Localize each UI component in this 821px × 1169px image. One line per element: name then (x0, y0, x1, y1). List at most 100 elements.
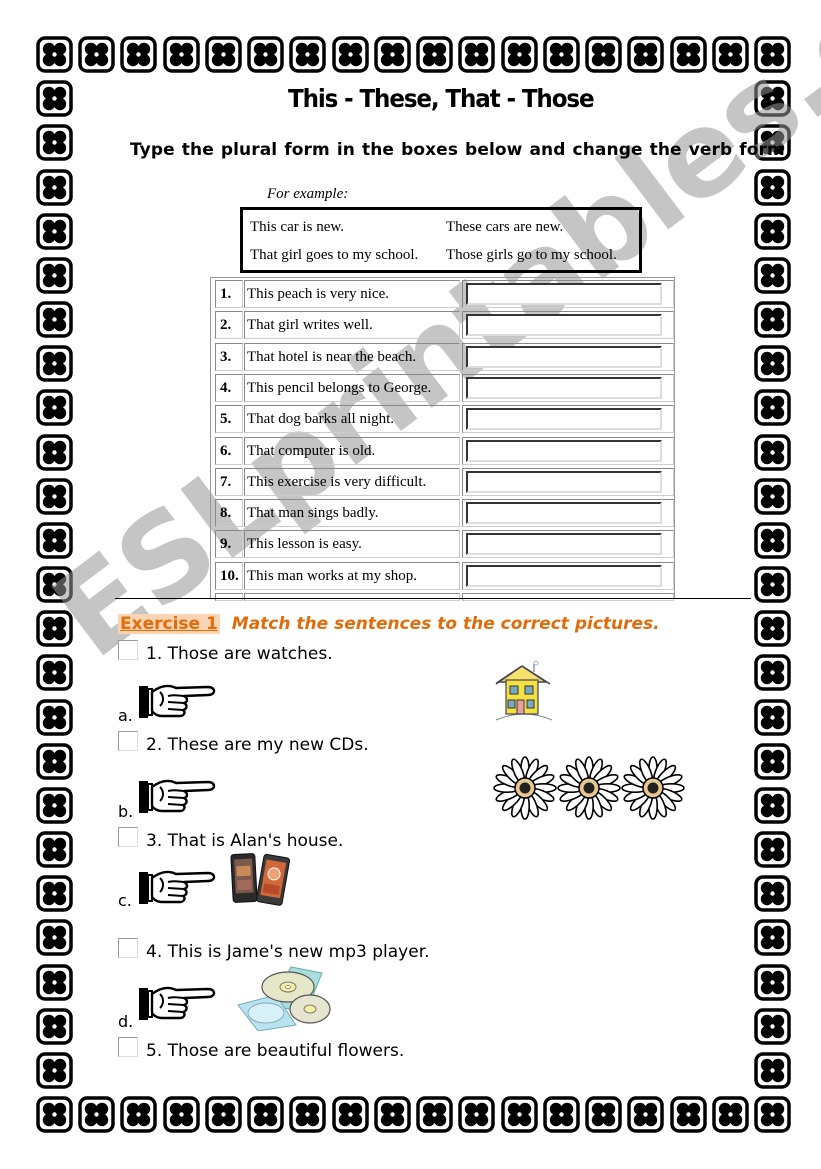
match-item-1: 1. Those are watches. (118, 640, 333, 664)
flower-tile-icon (36, 124, 73, 162)
plural-answer-input[interactable] (466, 564, 662, 587)
flower-tile-icon (754, 80, 791, 117)
match-item-5: 5. Those are beautiful flowers. (118, 1037, 404, 1061)
row-number: 10. (215, 561, 243, 590)
row-number: 6. (215, 436, 243, 465)
match-checkbox-1[interactable] (118, 640, 138, 660)
flower-tile-icon (36, 919, 73, 957)
flower-tile-icon (36, 433, 73, 471)
row-number (215, 593, 243, 601)
flower-tile-icon (754, 36, 791, 73)
row-sentence: That man sings badly. (244, 499, 460, 528)
match-sentence-3: 3. That is Alan's house. (146, 831, 344, 851)
match-checkbox-5[interactable] (118, 1037, 138, 1057)
match-item-2: 2. These are my new CDs. (118, 731, 369, 755)
flower-tile-icon (331, 36, 369, 73)
row-number: 9. (215, 530, 243, 559)
flower-tile-icon (754, 698, 791, 736)
row-number: 2. (215, 311, 243, 340)
match-item-3: 3. That is Alan's house. (118, 827, 343, 851)
flower-tile-icon (754, 389, 791, 427)
flower-tile-icon (712, 1096, 749, 1133)
plural-answer-input[interactable] (466, 283, 662, 305)
flower-tile-icon (500, 36, 538, 73)
flower-tile-icon (36, 168, 73, 206)
match-sentence-2: 2. These are my new CDs. (146, 735, 369, 755)
row-sentence: That hotel is near the beach. (244, 342, 460, 371)
flower-tile-icon (36, 1007, 73, 1045)
flower-tile-icon (36, 301, 73, 338)
plural-answer-input[interactable] (466, 533, 662, 556)
flower-tile-icon (669, 1096, 707, 1133)
flower-tile-icon (500, 1096, 538, 1133)
flower-tile-icon (754, 257, 791, 294)
match-checkbox-2[interactable] (118, 731, 138, 751)
row-sentence (244, 593, 460, 601)
match-sentence-1: 1. Those are watches. (146, 644, 333, 664)
flower-tile-icon (78, 1096, 115, 1133)
flower-tile-icon (754, 212, 791, 250)
plural-answer-input[interactable] (466, 439, 662, 462)
flower-tile-icon (36, 389, 73, 427)
match-checkbox-4[interactable] (118, 938, 138, 958)
mobile-phones-picture (230, 852, 292, 906)
flower-tile-icon (754, 654, 791, 692)
row-sentence: This man works at my shop. (244, 561, 460, 590)
flower-tile-icon (36, 654, 73, 692)
pointing-hand-icon (138, 775, 218, 815)
flower-tile-icon (36, 36, 73, 73)
flower-tile-icon (205, 1096, 242, 1133)
flower-tile-icon (36, 875, 73, 912)
plural-answer-input[interactable] (466, 345, 662, 368)
flower-tile-icon (754, 522, 791, 559)
row-sentence: This lesson is easy. (244, 530, 460, 559)
flower-tile-icon (754, 787, 791, 824)
letter-a: a. (118, 706, 133, 725)
exercise-task: Match the sentences to the correct pictu… (231, 614, 660, 634)
flower-tile-icon (162, 36, 200, 73)
flower-tile-icon (247, 1096, 284, 1133)
daisy-icon (493, 756, 557, 820)
flower-tile-icon (754, 610, 791, 647)
letter-b: b. (118, 802, 134, 821)
page-title: This - These, That - Those (288, 84, 595, 113)
flower-tile-icon (754, 831, 791, 868)
plural-answer-input[interactable] (466, 502, 662, 525)
flower-tile-icon (36, 742, 73, 780)
flower-tile-icon (36, 610, 73, 647)
row-answer-cell (462, 373, 674, 402)
flower-tile-icon (627, 36, 665, 73)
flower-tile-icon (289, 36, 327, 73)
row-sentence: That dog barks all night. (244, 405, 460, 434)
row-number: 1. (215, 280, 243, 308)
flower-tile-icon (247, 36, 284, 73)
flower-tile-icon (754, 919, 791, 957)
flower-tile-icon (36, 80, 73, 117)
example-singular-1: This car is new. (250, 219, 344, 235)
row-number: 8. (215, 499, 243, 528)
row-answer-cell (462, 280, 674, 308)
example-plural-1: These cars are new. (446, 219, 564, 235)
row-answer-cell (462, 530, 674, 559)
flower-tile-icon (754, 742, 791, 780)
flower-tile-icon (754, 1096, 791, 1133)
flower-tile-icon (585, 36, 622, 73)
flower-tile-icon (36, 1096, 73, 1133)
flower-tile-icon (754, 301, 791, 338)
row-answer-cell (462, 561, 674, 590)
row-sentence: This peach is very nice. (244, 280, 460, 308)
flower-tile-icon (120, 1096, 158, 1133)
flower-tile-icon (36, 698, 73, 736)
flower-tile-icon (205, 36, 242, 73)
plural-answer-input[interactable] (466, 408, 662, 431)
match-checkbox-3[interactable] (118, 827, 138, 847)
plural-answer-input[interactable] (466, 376, 662, 399)
plural-answer-input[interactable] (466, 470, 662, 493)
plural-answer-input[interactable] (466, 314, 662, 337)
flower-tile-icon (36, 522, 73, 559)
exercise-label: Exercise 1 (118, 614, 220, 634)
row-answer-cell (462, 499, 674, 528)
flower-tile-icon (458, 1096, 496, 1133)
exercise-heading: Exercise 1 Match the sentences to the cor… (118, 614, 660, 634)
flower-tile-icon (754, 168, 791, 206)
